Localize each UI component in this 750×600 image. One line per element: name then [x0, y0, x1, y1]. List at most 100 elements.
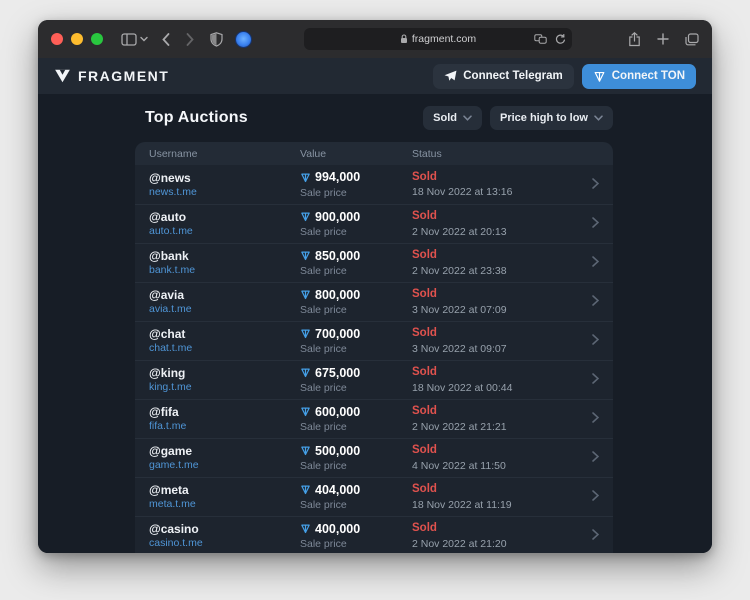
translate-icon[interactable]: [534, 34, 547, 44]
connect-telegram-button[interactable]: Connect Telegram: [433, 63, 574, 89]
table-row[interactable]: @avia avia.t.me 800,000 Sale price Sold …: [135, 282, 613, 321]
row-status-date: 2 Nov 2022 at 21:20: [412, 537, 507, 550]
chevron-right-icon: [592, 527, 600, 545]
table-header: Username Value Status: [135, 142, 613, 165]
row-value-sublabel: Sale price: [300, 343, 347, 356]
row-username-link[interactable]: news.t.me: [149, 186, 300, 200]
page-content: FRAGMENT Connect Telegram Connect TON To…: [38, 58, 712, 553]
table-row[interactable]: @king king.t.me 675,000 Sale price Sold …: [135, 360, 613, 399]
row-username-link[interactable]: bank.t.me: [149, 264, 300, 278]
row-value-sublabel: Sale price: [300, 499, 347, 512]
browser-toolbar: fragment.com: [38, 20, 712, 58]
row-value-sublabel: Sale price: [300, 538, 347, 551]
ton-diamond-icon: [300, 523, 311, 534]
ton-diamond-icon: [300, 328, 311, 339]
row-status-date: 18 Nov 2022 at 00:44: [412, 381, 513, 394]
ton-diamond-icon: [300, 211, 311, 222]
row-username-link[interactable]: king.t.me: [149, 381, 300, 395]
shield-extension-icon[interactable]: [210, 31, 223, 47]
row-username-link[interactable]: avia.t.me: [149, 303, 300, 317]
new-tab-icon[interactable]: [657, 33, 669, 45]
row-status-badge: Sold: [412, 405, 437, 418]
row-status-date: 4 Nov 2022 at 11:50: [412, 459, 506, 472]
chevron-right-icon: [592, 449, 600, 467]
telegram-plane-icon: [444, 70, 457, 82]
chevron-right-icon: [592, 176, 600, 194]
row-value: 994,000: [315, 170, 361, 185]
chevron-right-icon: [592, 488, 600, 506]
row-status-badge: Sold: [412, 288, 437, 301]
row-value: 700,000: [315, 326, 361, 341]
row-value: 404,000: [315, 482, 361, 497]
table-row[interactable]: @meta meta.t.me 404,000 Sale price Sold …: [135, 477, 613, 516]
row-username-link[interactable]: game.t.me: [149, 459, 300, 473]
row-username-link[interactable]: auto.t.me: [149, 225, 300, 239]
page-title: Top Auctions: [145, 109, 248, 126]
row-status-badge: Sold: [412, 210, 437, 223]
table-row[interactable]: @chat chat.t.me 700,000 Sale price Sold …: [135, 321, 613, 360]
tab-overview-icon[interactable]: [685, 32, 699, 46]
traffic-lights: [51, 33, 103, 45]
chevron-right-icon: [592, 371, 600, 389]
status-filter-dropdown[interactable]: Sold: [423, 106, 482, 130]
row-status-date: 3 Nov 2022 at 09:07: [412, 342, 507, 355]
row-value: 400,000: [315, 521, 361, 536]
sort-filter-dropdown[interactable]: Price high to low: [489, 106, 613, 130]
share-icon[interactable]: [628, 31, 641, 47]
table-row[interactable]: @bank bank.t.me 850,000 Sale price Sold …: [135, 243, 613, 282]
ton-diamond-icon: [300, 172, 311, 183]
table-row[interactable]: @game game.t.me 500,000 Sale price Sold …: [135, 438, 613, 477]
forward-button-icon[interactable]: [186, 32, 194, 46]
back-button-icon[interactable]: [162, 32, 170, 46]
table-row[interactable]: @auto auto.t.me 900,000 Sale price Sold …: [135, 204, 613, 243]
ton-diamond-icon: [300, 406, 311, 417]
row-status-badge: Sold: [412, 327, 437, 340]
row-username: @news: [149, 170, 191, 185]
row-username-link[interactable]: casino.t.me: [149, 537, 300, 551]
row-username-link[interactable]: chat.t.me: [149, 342, 300, 356]
reload-icon[interactable]: [555, 33, 566, 45]
chevron-right-icon: [592, 293, 600, 311]
column-username: Username: [149, 147, 198, 160]
connect-ton-button[interactable]: Connect TON: [581, 63, 696, 89]
row-status-date: 2 Nov 2022 at 23:38: [412, 264, 507, 277]
ton-diamond-icon: [593, 70, 606, 83]
row-username: @bank: [149, 249, 189, 264]
column-value: Value: [300, 147, 327, 160]
row-value: 850,000: [315, 248, 361, 263]
row-status-badge: Sold: [412, 522, 437, 535]
address-bar[interactable]: fragment.com: [304, 28, 572, 50]
row-value-sublabel: Sale price: [300, 421, 347, 434]
zoom-window-button[interactable]: [91, 33, 103, 45]
row-status-badge: Sold: [412, 366, 437, 379]
row-username: @fifa: [149, 405, 179, 420]
table-row[interactable]: @fifa fifa.t.me 600,000 Sale price Sold …: [135, 399, 613, 438]
row-status-date: 18 Nov 2022 at 11:19: [412, 498, 512, 511]
table-row[interactable]: @news news.t.me 994,000 Sale price Sold …: [135, 165, 613, 204]
sidebar-chevron-down-icon[interactable]: [140, 36, 148, 42]
row-status-date: 2 Nov 2022 at 20:13: [412, 225, 507, 238]
ton-diamond-icon: [300, 484, 311, 495]
fragment-logo[interactable]: FRAGMENT: [54, 68, 169, 84]
fragment-logo-icon: [54, 69, 71, 83]
row-username-link[interactable]: meta.t.me: [149, 498, 300, 512]
sidebar-toggle-icon[interactable]: [121, 32, 137, 46]
row-username-link[interactable]: fifa.t.me: [149, 420, 300, 434]
chevron-right-icon: [592, 254, 600, 272]
browser-window: fragment.com FRAGMENT Connect Telegram C…: [38, 20, 712, 553]
minimize-window-button[interactable]: [71, 33, 83, 45]
browser-extension-icon[interactable]: [235, 30, 252, 48]
row-status-badge: Sold: [412, 249, 437, 262]
chevron-down-icon: [594, 115, 603, 121]
table-row[interactable]: @casino casino.t.me 400,000 Sale price S…: [135, 516, 613, 553]
row-username: @meta: [149, 483, 189, 498]
close-window-button[interactable]: [51, 33, 63, 45]
ton-diamond-icon: [300, 250, 311, 261]
row-value: 675,000: [315, 365, 361, 380]
column-status: Status: [412, 147, 442, 160]
lock-icon: [400, 34, 408, 44]
row-username: @chat: [149, 327, 186, 342]
row-status-badge: Sold: [412, 170, 437, 183]
row-value-sublabel: Sale price: [300, 186, 347, 199]
row-username: @auto: [149, 210, 187, 225]
